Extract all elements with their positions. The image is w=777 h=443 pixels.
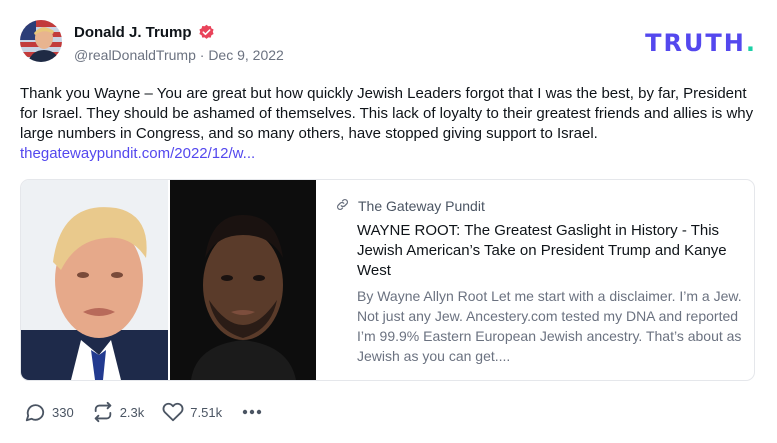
link-preview-image [21,180,316,380]
retruth-icon [92,401,114,423]
more-options-button[interactable] [242,402,262,422]
heart-icon [162,401,184,423]
author-name-row[interactable]: Donald J. Trump [74,24,215,41]
link-title[interactable]: WAYNE ROOT: The Greatest Gaslight in His… [357,221,747,281]
truth-social-logo: TRUTH. [645,29,757,57]
logo-dot: . [745,29,757,57]
reply-button[interactable]: 330 [24,401,74,423]
post-date[interactable]: Dec 9, 2022 [208,47,284,63]
retruth-button[interactable]: 2.3k [92,401,145,423]
post-meta: @realDonaldTrump · Dec 9, 2022 [74,47,284,63]
like-button[interactable]: 7.51k [162,401,222,423]
avatar[interactable] [20,20,62,62]
like-count: 7.51k [190,404,223,420]
post-link[interactable]: thegatewaypundit.com/2022/12/w... [20,144,255,164]
retruth-count: 2.3k [119,404,145,420]
author-name[interactable]: Donald J. Trump [74,24,192,41]
link-description: By Wayne Allyn Root Let me start with a … [357,288,742,364]
more-icon [242,409,262,415]
meta-separator: · [195,47,209,63]
link-source-row: The Gateway Pundit [335,197,485,215]
post-actions: 330 2.3k 7.51k [24,401,262,423]
link-source: The Gateway Pundit [358,198,485,214]
link-preview-card[interactable]: The Gateway Pundit WAYNE ROOT: The Great… [20,179,755,381]
author-handle[interactable]: @realDonaldTrump [74,47,196,63]
post-text: Thank you Wayne – You are great but how … [20,85,754,142]
reply-icon [24,401,46,423]
verified-badge-icon [198,24,215,41]
link-icon [335,197,350,215]
reply-count: 330 [52,404,74,420]
logo-text: TRUTH [645,29,746,57]
